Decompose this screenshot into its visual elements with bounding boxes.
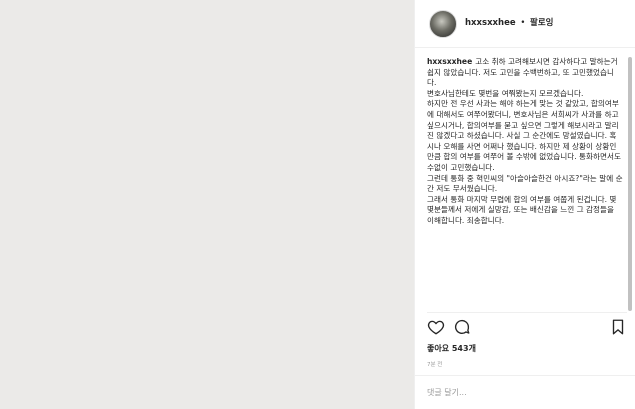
scrollbar-thumb[interactable] [628,57,632,311]
separator-dot: • [520,18,526,28]
caption-text: hxxsxxhee 고소 취하 고려해보시면 감사하다고 말하는거 쉽지 않았습니… [427,57,623,227]
caption-line: 하지만 전 우선 사과는 해야 하는게 맞는 것 같았고, 합의여부에 대해서도… [427,99,621,172]
save-button[interactable] [609,318,627,336]
bookmark-icon [612,319,624,335]
caption-line: 그래서 통화 마지막 무렵에 합의 여부를 여쭙게 된겁니다. 몇몇분들께서 저… [427,194,617,225]
caption-line: 그런데 통화 중 혁민씨의 "아슬아슬한건 아시죠?"라는 말에 순간 저도 무… [427,173,623,194]
following-button[interactable]: 팔로잉 [530,18,553,28]
avatar[interactable] [429,10,457,38]
post-image [0,0,414,409]
header-user-line: hxxsxxhee • 팔로잉 [465,16,554,28]
divider [427,312,627,313]
caption-line: 변호사님한테도 몇번을 여쭤봤는지 모르겠습니다. [427,88,584,98]
post-header: hxxsxxhee • 팔로잉 [415,0,635,48]
like-button[interactable] [427,318,445,336]
comment-input[interactable] [427,382,622,402]
comment-bar [415,375,635,409]
comment-button[interactable] [453,318,471,336]
comment-icon [454,319,470,335]
post-sidebar: hxxsxxhee • 팔로잉 hxxsxxhee 고소 취하 고려해보시면 감사… [414,0,635,409]
post-timestamp: 7분 전 [427,362,443,368]
likes-count[interactable]: 좋아요 543개 [427,343,476,354]
caption-username[interactable]: hxxsxxhee [427,57,472,66]
username-link[interactable]: hxxsxxhee [465,18,516,28]
heart-icon [427,320,445,335]
caption-scrollbar[interactable] [628,57,632,311]
caption-container: hxxsxxhee 고소 취하 고려해보시면 감사하다고 말하는거 쉽지 않았습니… [427,57,623,311]
